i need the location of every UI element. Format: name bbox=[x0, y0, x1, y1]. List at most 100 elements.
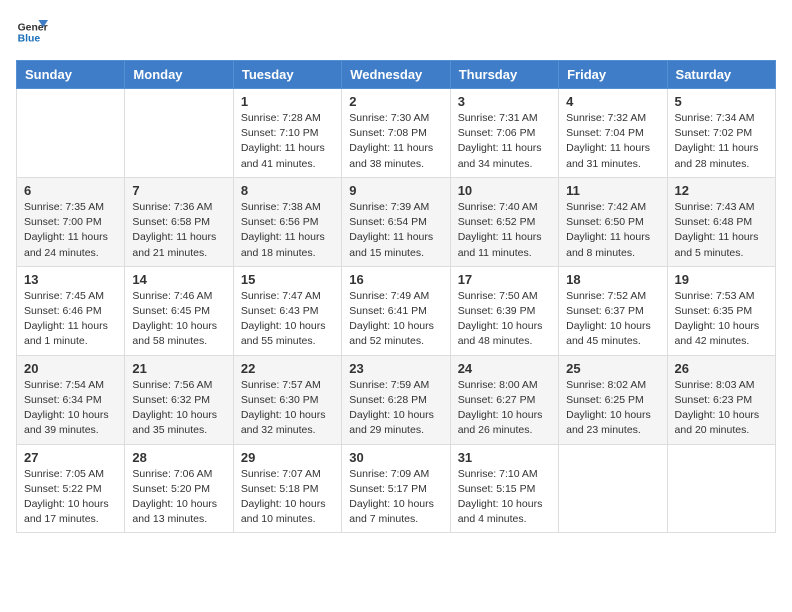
calendar-cell: 20 Sunrise: 7:54 AMSunset: 6:34 PMDayligh… bbox=[17, 355, 125, 444]
calendar-cell: 1 Sunrise: 7:28 AMSunset: 7:10 PMDaylight… bbox=[233, 89, 341, 178]
day-info: Sunrise: 7:53 AMSunset: 6:35 PMDaylight:… bbox=[675, 289, 768, 350]
day-info: Sunrise: 7:40 AMSunset: 6:52 PMDaylight:… bbox=[458, 200, 551, 261]
day-number: 14 bbox=[132, 272, 225, 287]
day-info: Sunrise: 7:06 AMSunset: 5:20 PMDaylight:… bbox=[132, 467, 225, 528]
calendar-cell bbox=[667, 444, 775, 533]
day-number: 11 bbox=[566, 183, 659, 198]
day-info: Sunrise: 8:02 AMSunset: 6:25 PMDaylight:… bbox=[566, 378, 659, 439]
calendar-cell: 15 Sunrise: 7:47 AMSunset: 6:43 PMDayligh… bbox=[233, 266, 341, 355]
calendar-week-row: 6 Sunrise: 7:35 AMSunset: 7:00 PMDaylight… bbox=[17, 177, 776, 266]
calendar-header-row: SundayMondayTuesdayWednesdayThursdayFrid… bbox=[17, 61, 776, 89]
day-info: Sunrise: 7:34 AMSunset: 7:02 PMDaylight:… bbox=[675, 111, 768, 172]
day-info: Sunrise: 7:32 AMSunset: 7:04 PMDaylight:… bbox=[566, 111, 659, 172]
day-number: 25 bbox=[566, 361, 659, 376]
column-header-friday: Friday bbox=[559, 61, 667, 89]
day-info: Sunrise: 7:09 AMSunset: 5:17 PMDaylight:… bbox=[349, 467, 442, 528]
column-header-thursday: Thursday bbox=[450, 61, 558, 89]
calendar-cell: 3 Sunrise: 7:31 AMSunset: 7:06 PMDaylight… bbox=[450, 89, 558, 178]
calendar-cell: 17Sunrise: 7:50 AMSunset: 6:39 PMDayligh… bbox=[450, 266, 558, 355]
calendar-cell bbox=[559, 444, 667, 533]
calendar-cell: 5 Sunrise: 7:34 AMSunset: 7:02 PMDaylight… bbox=[667, 89, 775, 178]
day-number: 29 bbox=[241, 450, 334, 465]
day-number: 6 bbox=[24, 183, 117, 198]
day-info: Sunrise: 7:30 AMSunset: 7:08 PMDaylight:… bbox=[349, 111, 442, 172]
calendar-table: SundayMondayTuesdayWednesdayThursdayFrid… bbox=[16, 60, 776, 533]
day-info: Sunrise: 7:54 AMSunset: 6:34 PMDaylight:… bbox=[24, 378, 117, 439]
calendar-cell: 21 Sunrise: 7:56 AMSunset: 6:32 PMDayligh… bbox=[125, 355, 233, 444]
calendar-cell: 13 Sunrise: 7:45 AMSunset: 6:46 PMDayligh… bbox=[17, 266, 125, 355]
calendar-cell: 22 Sunrise: 7:57 AMSunset: 6:30 PMDayligh… bbox=[233, 355, 341, 444]
day-number: 30 bbox=[349, 450, 442, 465]
day-number: 24 bbox=[458, 361, 551, 376]
calendar-cell: 31 Sunrise: 7:10 AMSunset: 5:15 PMDayligh… bbox=[450, 444, 558, 533]
day-number: 1 bbox=[241, 94, 334, 109]
logo: General Blue bbox=[16, 16, 48, 48]
day-number: 13 bbox=[24, 272, 117, 287]
calendar-cell: 9Sunrise: 7:39 AMSunset: 6:54 PMDaylight… bbox=[342, 177, 450, 266]
page-header: General Blue bbox=[16, 16, 776, 48]
day-number: 20 bbox=[24, 361, 117, 376]
day-info: Sunrise: 7:28 AMSunset: 7:10 PMDaylight:… bbox=[241, 111, 334, 172]
day-number: 21 bbox=[132, 361, 225, 376]
column-header-sunday: Sunday bbox=[17, 61, 125, 89]
day-info: Sunrise: 7:57 AMSunset: 6:30 PMDaylight:… bbox=[241, 378, 334, 439]
day-number: 27 bbox=[24, 450, 117, 465]
day-info: Sunrise: 7:59 AMSunset: 6:28 PMDaylight:… bbox=[349, 378, 442, 439]
day-number: 26 bbox=[675, 361, 768, 376]
calendar-cell: 29 Sunrise: 7:07 AMSunset: 5:18 PMDayligh… bbox=[233, 444, 341, 533]
calendar-cell: 11Sunrise: 7:42 AMSunset: 6:50 PMDayligh… bbox=[559, 177, 667, 266]
day-info: Sunrise: 8:03 AMSunset: 6:23 PMDaylight:… bbox=[675, 378, 768, 439]
calendar-week-row: 27Sunrise: 7:05 AMSunset: 5:22 PMDayligh… bbox=[17, 444, 776, 533]
calendar-week-row: 13 Sunrise: 7:45 AMSunset: 6:46 PMDayligh… bbox=[17, 266, 776, 355]
day-number: 4 bbox=[566, 94, 659, 109]
day-info: Sunrise: 7:07 AMSunset: 5:18 PMDaylight:… bbox=[241, 467, 334, 528]
column-header-tuesday: Tuesday bbox=[233, 61, 341, 89]
day-number: 3 bbox=[458, 94, 551, 109]
day-number: 18 bbox=[566, 272, 659, 287]
day-info: Sunrise: 7:35 AMSunset: 7:00 PMDaylight:… bbox=[24, 200, 117, 261]
calendar-cell: 12 Sunrise: 7:43 AMSunset: 6:48 PMDayligh… bbox=[667, 177, 775, 266]
calendar-week-row: 20 Sunrise: 7:54 AMSunset: 6:34 PMDayligh… bbox=[17, 355, 776, 444]
day-number: 12 bbox=[675, 183, 768, 198]
calendar-cell: 24 Sunrise: 8:00 AMSunset: 6:27 PMDayligh… bbox=[450, 355, 558, 444]
logo-icon: General Blue bbox=[16, 16, 48, 48]
calendar-cell: 7Sunrise: 7:36 AMSunset: 6:58 PMDaylight… bbox=[125, 177, 233, 266]
day-info: Sunrise: 7:56 AMSunset: 6:32 PMDaylight:… bbox=[132, 378, 225, 439]
calendar-cell: 23 Sunrise: 7:59 AMSunset: 6:28 PMDayligh… bbox=[342, 355, 450, 444]
calendar-cell: 19 Sunrise: 7:53 AMSunset: 6:35 PMDayligh… bbox=[667, 266, 775, 355]
calendar-week-row: 1 Sunrise: 7:28 AMSunset: 7:10 PMDaylight… bbox=[17, 89, 776, 178]
day-number: 23 bbox=[349, 361, 442, 376]
day-info: Sunrise: 7:43 AMSunset: 6:48 PMDaylight:… bbox=[675, 200, 768, 261]
day-info: Sunrise: 7:46 AMSunset: 6:45 PMDaylight:… bbox=[132, 289, 225, 350]
calendar-cell: 6 Sunrise: 7:35 AMSunset: 7:00 PMDaylight… bbox=[17, 177, 125, 266]
column-header-wednesday: Wednesday bbox=[342, 61, 450, 89]
calendar-cell: 25 Sunrise: 8:02 AMSunset: 6:25 PMDayligh… bbox=[559, 355, 667, 444]
calendar-cell: 30 Sunrise: 7:09 AMSunset: 5:17 PMDayligh… bbox=[342, 444, 450, 533]
day-info: Sunrise: 7:52 AMSunset: 6:37 PMDaylight:… bbox=[566, 289, 659, 350]
calendar-cell: 8Sunrise: 7:38 AMSunset: 6:56 PMDaylight… bbox=[233, 177, 341, 266]
day-number: 16 bbox=[349, 272, 442, 287]
day-info: Sunrise: 7:10 AMSunset: 5:15 PMDaylight:… bbox=[458, 467, 551, 528]
calendar-cell bbox=[125, 89, 233, 178]
calendar-cell: 16Sunrise: 7:49 AMSunset: 6:41 PMDayligh… bbox=[342, 266, 450, 355]
calendar-cell bbox=[17, 89, 125, 178]
day-info: Sunrise: 7:45 AMSunset: 6:46 PMDaylight:… bbox=[24, 289, 117, 350]
day-number: 17 bbox=[458, 272, 551, 287]
day-number: 8 bbox=[241, 183, 334, 198]
day-number: 5 bbox=[675, 94, 768, 109]
day-number: 15 bbox=[241, 272, 334, 287]
column-header-saturday: Saturday bbox=[667, 61, 775, 89]
calendar-cell: 28Sunrise: 7:06 AMSunset: 5:20 PMDayligh… bbox=[125, 444, 233, 533]
calendar-cell: 10Sunrise: 7:40 AMSunset: 6:52 PMDayligh… bbox=[450, 177, 558, 266]
calendar-cell: 2Sunrise: 7:30 AMSunset: 7:08 PMDaylight… bbox=[342, 89, 450, 178]
day-info: Sunrise: 7:47 AMSunset: 6:43 PMDaylight:… bbox=[241, 289, 334, 350]
svg-text:Blue: Blue bbox=[18, 34, 41, 45]
day-number: 19 bbox=[675, 272, 768, 287]
calendar-cell: 18 Sunrise: 7:52 AMSunset: 6:37 PMDayligh… bbox=[559, 266, 667, 355]
calendar-cell: 27Sunrise: 7:05 AMSunset: 5:22 PMDayligh… bbox=[17, 444, 125, 533]
day-number: 22 bbox=[241, 361, 334, 376]
calendar-cell: 4 Sunrise: 7:32 AMSunset: 7:04 PMDaylight… bbox=[559, 89, 667, 178]
day-number: 31 bbox=[458, 450, 551, 465]
day-info: Sunrise: 8:00 AMSunset: 6:27 PMDaylight:… bbox=[458, 378, 551, 439]
day-info: Sunrise: 7:31 AMSunset: 7:06 PMDaylight:… bbox=[458, 111, 551, 172]
